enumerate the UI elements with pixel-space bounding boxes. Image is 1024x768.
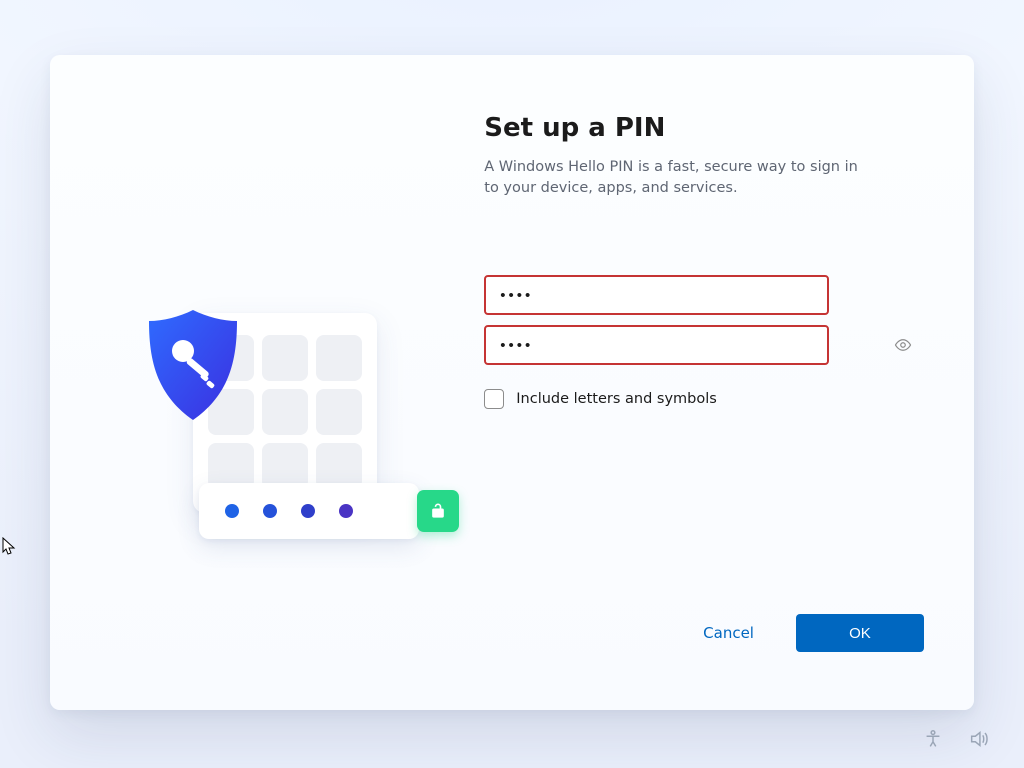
reveal-password-icon[interactable] [894, 336, 912, 354]
dialog-footer: Cancel OK [484, 614, 924, 670]
include-symbols-checkbox[interactable] [484, 389, 504, 409]
cancel-button[interactable]: Cancel [703, 624, 754, 642]
include-symbols-label: Include letters and symbols [516, 391, 717, 407]
shield-key-icon [143, 307, 243, 423]
page-title: Set up a PIN [484, 113, 924, 143]
pin-illustration [135, 273, 415, 553]
oobe-dialog-card: Set up a PIN A Windows Hello PIN is a fa… [50, 55, 974, 710]
new-pin-input[interactable] [484, 275, 829, 315]
system-tray [922, 728, 990, 754]
unlock-icon [417, 490, 459, 532]
accessibility-icon[interactable] [922, 728, 944, 754]
ok-button[interactable]: OK [796, 614, 924, 652]
page-description: A Windows Hello PIN is a fast, secure wa… [484, 157, 864, 199]
confirm-pin-field-wrap [484, 325, 924, 365]
mouse-cursor-icon [2, 537, 16, 557]
pin-dots-strip [199, 483, 419, 539]
confirm-pin-input[interactable] [484, 325, 829, 365]
form-pane: Set up a PIN A Windows Hello PIN is a fa… [484, 55, 974, 710]
illustration-pane [50, 55, 484, 710]
include-symbols-row: Include letters and symbols [484, 389, 924, 409]
volume-icon[interactable] [968, 728, 990, 754]
pin-field-wrap [484, 275, 924, 315]
